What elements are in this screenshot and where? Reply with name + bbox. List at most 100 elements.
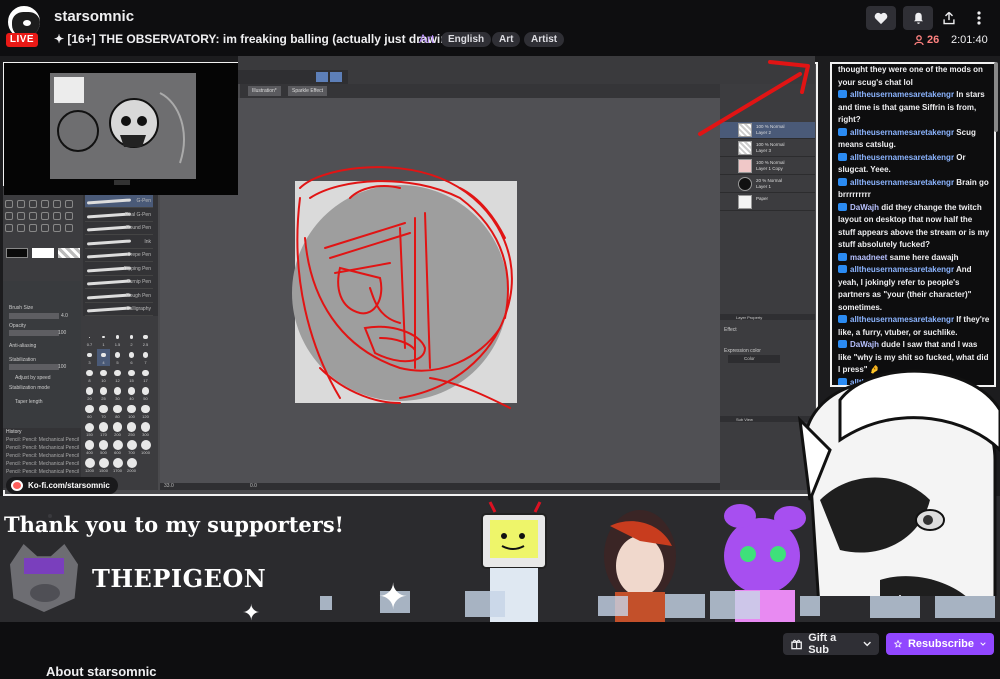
chat-username[interactable]: alltheusernamesaretakengr [850,128,954,137]
tag-english[interactable]: English [441,32,492,47]
brush-size-option[interactable]: 1500 [97,457,110,474]
chat-username[interactable]: alltheusernamesaretakengr [850,153,954,162]
brush-size-option[interactable]: 15 [125,367,138,384]
sub-color-swatch[interactable] [32,248,54,258]
brush-size-option[interactable]: 30 [111,385,124,402]
gift-sub-button[interactable]: Gift a Sub [783,632,879,656]
brush-size-option[interactable]: 60 [83,403,96,420]
brush-item[interactable]: Ink [85,235,153,249]
history-item[interactable]: Pencil: Pencil: Mechanical Pencil [3,444,81,452]
chevron-down-icon [863,641,871,647]
layer-row[interactable]: Paper [720,194,815,211]
resubscribe-button[interactable]: Resubscribe [886,633,994,655]
brush-size-option[interactable]: 2.5 [139,331,152,348]
brush-item[interactable]: Real G-Pen [85,208,153,222]
brush-item[interactable]: Calligraphy [85,302,153,316]
opacity-slider[interactable] [9,330,59,336]
expression-value[interactable]: Color [744,356,755,361]
tab-illustration[interactable]: Illustration* [248,86,281,96]
chat-username[interactable]: alltheusernamesaretakengr [850,315,954,324]
brush-size-option[interactable]: 1.5 [111,331,124,348]
brush-item[interactable]: G-Pen [85,194,153,208]
brush-size-option[interactable]: 4 [97,349,110,366]
brush-size-option[interactable]: 200 [111,421,124,438]
channel-name[interactable]: starsomnic [54,8,134,25]
brush-size-option[interactable]: 5 [111,349,124,366]
chat-message: alltheusernamesaretakengr And yeah, I jo… [832,264,994,314]
layer-row[interactable]: 20 % Normal Layer 1 [720,176,815,193]
brush-size-label: 200 [114,432,121,437]
video-player[interactable]: Illustration* Sparkle Effect G-Pen Real G… [0,56,1000,622]
brush-size-option[interactable]: 80 [111,403,124,420]
brush-size-option[interactable]: 6 [125,349,138,366]
brush-size-option[interactable]: 120 [139,403,152,420]
transparent-swatch[interactable] [58,248,80,258]
brush-size-option[interactable]: 3 [83,349,96,366]
follow-button[interactable] [866,6,896,30]
brush-size-option[interactable]: 300 [139,421,152,438]
brush-item-label: Turnip Pen [126,279,151,285]
brush-size-option[interactable]: 2000 [125,457,138,474]
chat-username[interactable]: maadneet [850,253,887,262]
more-options-button[interactable] [964,6,994,30]
brush-size-label: 8 [88,378,91,383]
brush-size-option[interactable]: 20 [83,385,96,402]
stabilization-slider[interactable] [9,364,59,370]
drawing-canvas-area[interactable] [160,98,720,490]
tag-art[interactable]: Art [492,32,521,47]
chat-username[interactable]: alltheusernamesaretakengr [850,265,954,274]
brush-size-option[interactable]: 12 [111,367,124,384]
brush-size-option[interactable]: 1000 [139,439,152,456]
notifications-button[interactable] [903,6,933,30]
brush-size-option[interactable]: 1700 [111,457,124,474]
brush-size-option[interactable]: 8 [83,367,96,384]
chat-username[interactable]: DaWajh [850,203,879,212]
brush-size-option[interactable]: 600 [111,439,124,456]
brush-size-option[interactable]: 150 [83,421,96,438]
brush-size-label: 10 [101,378,106,383]
brush-size-option[interactable]: 100 [125,403,138,420]
history-item[interactable]: Pencil: Pencil: Mechanical Pencil [3,468,81,476]
brush-item[interactable]: Turnip Pen [85,275,153,289]
brush-size-option[interactable]: 700 [125,439,138,456]
brush-size-option[interactable]: 170 [97,421,110,438]
brush-size-option[interactable]: 70 [97,403,110,420]
gift-sub-label: Gift a Sub [808,632,837,656]
brush-size-slider[interactable] [9,313,59,319]
opacity-value: 100 [58,330,67,336]
brush-size-option[interactable]: 2 [125,331,138,348]
brush-size-option[interactable]: 7 [139,349,152,366]
chat-message: alltheusernamesaretakengr Scug means cat… [832,127,994,152]
brush-item[interactable]: Round Pen [85,221,153,235]
brush-size-option[interactable]: 25 [97,385,110,402]
sketch-canvas[interactable] [160,98,720,490]
brush-item[interactable]: Crepe Pen [85,248,153,262]
main-color-swatch[interactable] [6,248,28,258]
layer-row[interactable]: 100 % Normal Layer 1 Copy [720,158,815,175]
category-link[interactable]: Art [419,32,434,46]
tab-sparkle-effect[interactable]: Sparkle Effect [288,86,328,96]
brush-item[interactable]: Dipping Pen [85,262,153,276]
brush-size-option[interactable]: 17 [139,367,152,384]
brush-size-option[interactable]: 1200 [83,457,96,474]
brush-size-option[interactable]: 40 [125,385,138,402]
brush-size-option[interactable]: 500 [97,439,110,456]
history-item[interactable]: Pencil: Pencil: Mechanical Pencil [3,452,81,460]
brush-size-option[interactable]: 1 [97,331,110,348]
brush-size-label: 60 [87,414,92,419]
brush-size-option[interactable]: 400 [83,439,96,456]
chat-username[interactable]: DaWajh [850,340,879,349]
kofi-link[interactable]: Ko-fi.com/starsomnic [6,477,118,494]
history-item[interactable]: Pencil: Pencil: Mechanical Pencil [3,460,81,468]
brush-size-option[interactable]: 250 [125,421,138,438]
brush-size-option[interactable]: 10 [97,367,110,384]
brush-item[interactable]: Rough Pen [85,289,153,303]
history-item[interactable]: Pencil: Pencil: Mechanical Pencil [3,436,81,444]
tag-artist[interactable]: Artist [524,32,565,47]
share-button[interactable] [934,6,964,30]
chat-username[interactable]: alltheusernamesaretakengr [850,178,954,187]
brush-size-option[interactable]: 50 [139,385,152,402]
brush-size-label: 150 [86,432,93,437]
brush-size-option[interactable]: 0.7 [83,331,96,348]
chat-username[interactable]: alltheusernamesaretakengr [850,90,954,99]
